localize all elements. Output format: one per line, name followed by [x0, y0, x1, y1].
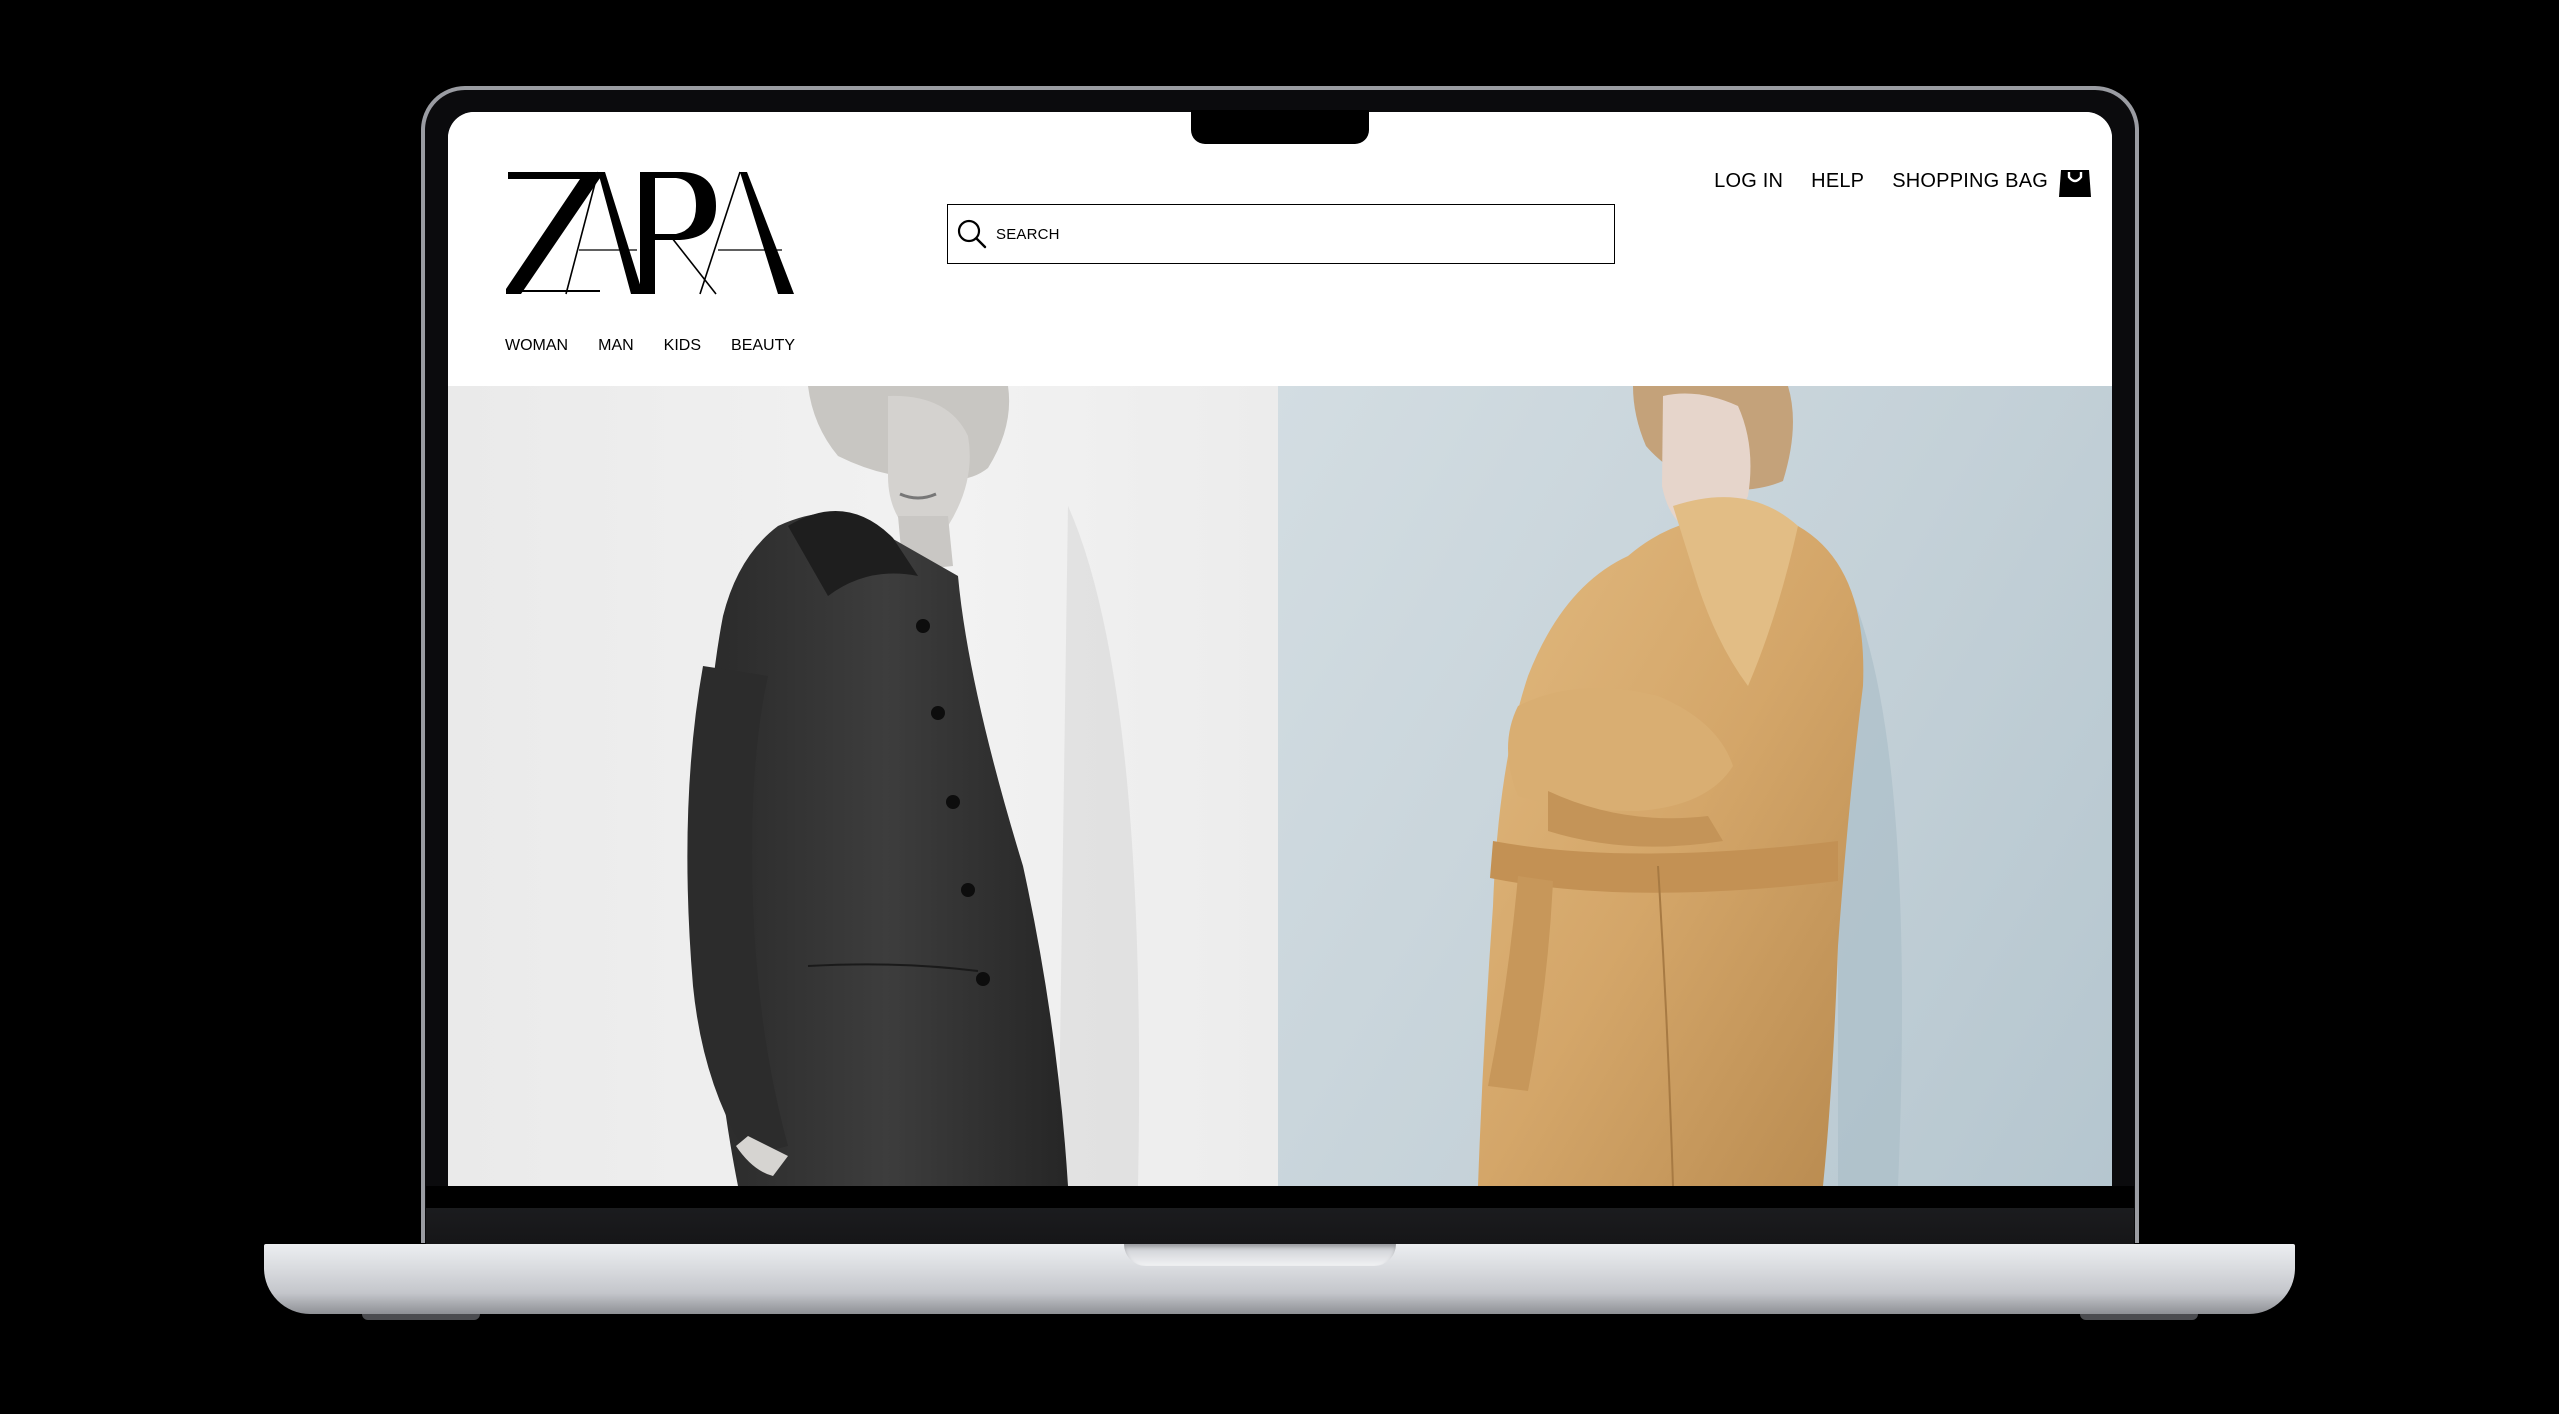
search-icon: [957, 219, 987, 249]
site-header: LOG IN HELP SHOPPING BAG WOMAN MAN KIDS …: [448, 112, 2112, 386]
shopping-bag-icon: [2059, 170, 2091, 197]
category-nav: WOMAN MAN KIDS BEAUTY: [505, 337, 825, 355]
zara-logo[interactable]: [504, 170, 796, 296]
hero-image-right[interactable]: [1278, 386, 2112, 1186]
login-link[interactable]: LOG IN: [1714, 170, 1783, 193]
shopping-bag-label: SHOPPING BAG: [1892, 169, 2048, 192]
laptop-hinge: [1124, 1244, 1396, 1266]
hero-image-left[interactable]: [448, 386, 1278, 1186]
category-woman[interactable]: WOMAN: [505, 337, 568, 355]
camera-notch: [1191, 110, 1369, 144]
search-box[interactable]: [947, 204, 1615, 264]
model-dark-coat-illustration: [687, 386, 1140, 1186]
model-camel-coat-illustration: [1478, 386, 1902, 1186]
hero-banner: [448, 386, 2112, 1186]
category-kids[interactable]: KIDS: [664, 337, 701, 355]
category-man[interactable]: MAN: [598, 337, 634, 355]
browser-screen: LOG IN HELP SHOPPING BAG WOMAN MAN KIDS …: [448, 112, 2112, 1186]
laptop-foot: [2080, 1314, 2198, 1320]
help-link[interactable]: HELP: [1811, 170, 1864, 193]
laptop-foot: [362, 1314, 480, 1320]
shopping-bag-button[interactable]: SHOPPING BAG: [1892, 164, 2092, 198]
laptop-base: [264, 1244, 2295, 1314]
category-beauty[interactable]: BEAUTY: [731, 337, 795, 355]
laptop-chin: [426, 1186, 2134, 1244]
search-input[interactable]: [994, 224, 1598, 244]
account-nav: LOG IN HELP SHOPPING BAG: [1686, 164, 2092, 198]
